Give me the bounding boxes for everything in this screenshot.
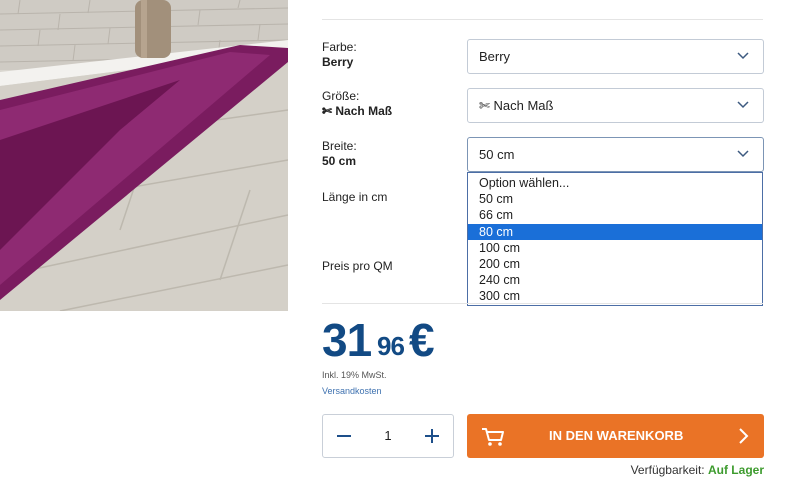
dropdown-option[interactable]: Option wählen... [468, 175, 762, 191]
dropdown-option[interactable]: 100 cm [468, 240, 762, 256]
color-label: Farbe: Berry [322, 40, 357, 69]
chevron-down-icon [737, 150, 749, 158]
cart-icon [482, 428, 504, 446]
dropdown-option[interactable]: 66 cm [468, 207, 762, 223]
price-currency: € [409, 314, 435, 366]
vat-note: Inkl. 19% MwSt. [322, 370, 387, 380]
divider [322, 303, 763, 304]
add-to-cart-button[interactable]: IN DEN WARENKORB [467, 414, 764, 458]
size-select-value: ✄ Nach Maß [479, 98, 554, 113]
quantity-value[interactable]: 1 [363, 415, 413, 457]
width-dropdown-list: Option wählen... 50 cm 66 cm 80 cm 100 c… [467, 172, 763, 306]
price-main: 31 [322, 314, 372, 366]
color-value: Berry [322, 55, 354, 69]
chevron-right-icon [739, 428, 749, 444]
width-select[interactable]: 50 cm [467, 137, 764, 172]
size-value: ✄ Nach Maß [322, 104, 393, 118]
product-price: 31 96 € [322, 314, 435, 366]
availability-label: Verfügbarkeit: [630, 463, 705, 477]
minus-icon [337, 435, 351, 437]
color-select[interactable]: Berry [467, 39, 764, 74]
width-select-value: 50 cm [479, 147, 515, 162]
product-image [0, 0, 288, 311]
dropdown-option[interactable]: 240 cm [468, 272, 762, 288]
chevron-down-icon [737, 101, 749, 109]
shipping-link[interactable]: Versandkosten [322, 386, 382, 396]
dropdown-option[interactable]: 50 cm [468, 191, 762, 207]
price-per-sqm-label: Preis pro QM [322, 259, 393, 273]
dropdown-option[interactable]: 200 cm [468, 256, 762, 272]
chevron-down-icon [737, 52, 749, 60]
stock-status: Auf Lager [707, 463, 764, 477]
length-label: Länge in cm [322, 190, 388, 204]
size-select[interactable]: ✄ Nach Maß [467, 88, 764, 123]
increase-quantity-button[interactable] [415, 415, 451, 457]
size-label: Größe: ✄ Nach Maß [322, 89, 393, 118]
width-value: 50 cm [322, 154, 357, 168]
plus-icon [425, 429, 439, 443]
width-label: Breite: 50 cm [322, 139, 357, 168]
add-to-cart-label: IN DEN WARENKORB [549, 428, 684, 443]
availability: Verfügbarkeit: Auf Lager [631, 463, 764, 477]
dropdown-option-highlighted[interactable]: 80 cm [468, 223, 762, 240]
color-select-value: Berry [479, 49, 511, 64]
quantity-stepper: 1 [322, 414, 454, 458]
divider [322, 19, 763, 20]
price-cents: 96 [377, 331, 405, 361]
decrease-quantity-button[interactable] [325, 415, 361, 457]
